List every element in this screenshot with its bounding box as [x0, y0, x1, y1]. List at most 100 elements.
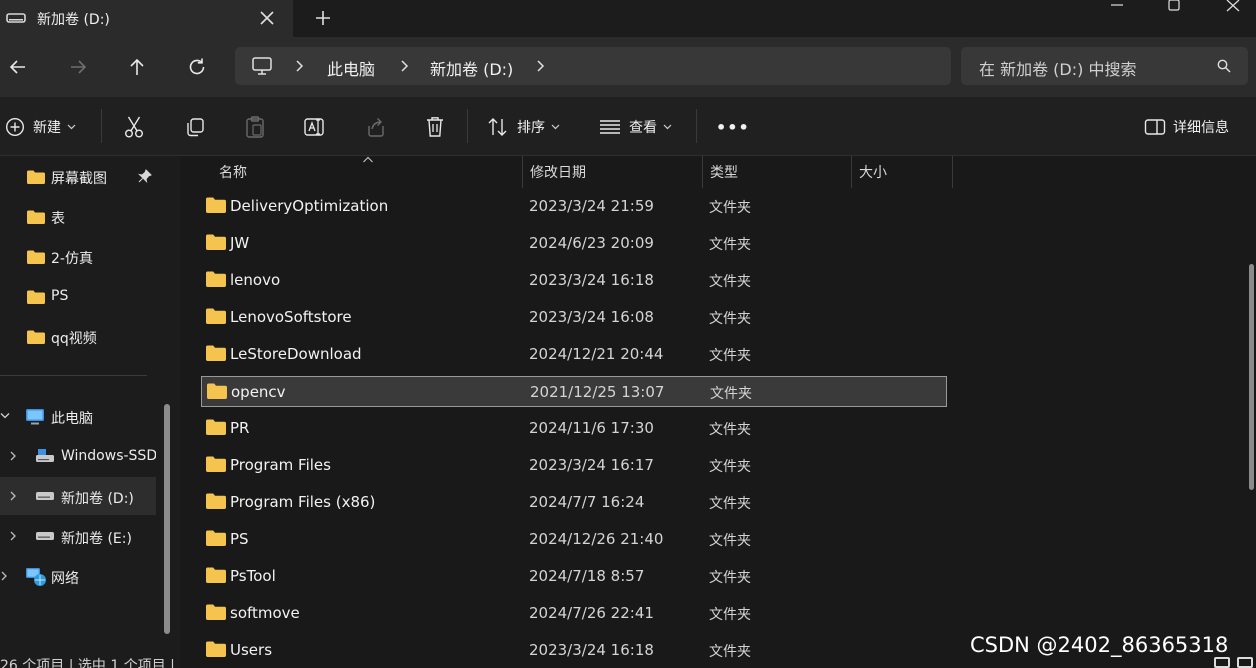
back-arrow-icon[interactable] — [6, 55, 30, 79]
chevron-right-icon[interactable] — [9, 451, 17, 461]
sidebar-item-label: 此电脑 — [51, 411, 93, 427]
table-row[interactable]: lenovo 2023/3/24 16:18 文件夹 — [201, 265, 947, 296]
copy-icon[interactable] — [184, 115, 206, 139]
chevron-right-icon — [397, 59, 411, 73]
file-name: LeStoreDownload — [230, 345, 362, 363]
refresh-icon[interactable] — [185, 55, 209, 79]
sidebar-divider — [0, 375, 147, 376]
file-date: 2021/12/25 13:07 — [530, 383, 665, 401]
table-row[interactable]: PS 2024/12/26 21:40 文件夹 — [201, 524, 947, 555]
file-date: 2024/12/21 20:44 — [529, 345, 664, 363]
file-type: 文件夹 — [709, 237, 751, 253]
column-header-name[interactable]: 名称 — [219, 156, 247, 188]
column-header-size[interactable]: 大小 — [859, 156, 887, 188]
sidebar-item-drive-e[interactable]: 新加卷 (E:) — [0, 517, 156, 555]
share-icon[interactable] — [364, 115, 386, 139]
pin-icon[interactable] — [138, 169, 152, 183]
search-input[interactable]: 在 新加卷 (D:) 中搜索 — [961, 47, 1248, 85]
paste-icon[interactable] — [244, 115, 266, 139]
sidebar-item-network[interactable]: 网络 — [0, 557, 156, 595]
folder-icon — [27, 330, 45, 344]
chevron-right-icon[interactable] — [9, 491, 17, 501]
column-header-date[interactable]: 修改日期 — [530, 156, 586, 188]
table-row[interactable]: PsTool 2024/7/18 8:57 文件夹 — [201, 561, 947, 592]
sidebar-item-label: 2-仿真 — [51, 251, 93, 267]
folder-icon — [206, 419, 226, 435]
table-row[interactable]: LeStoreDownload 2024/12/21 20:44 文件夹 — [201, 339, 947, 370]
chevron-right-icon[interactable] — [533, 59, 547, 73]
tiles-view-icon[interactable] — [1237, 657, 1253, 668]
maximize-icon[interactable] — [1151, 0, 1197, 14]
close-window-icon[interactable] — [1210, 0, 1256, 14]
folder-icon — [27, 210, 45, 224]
column-divider[interactable] — [702, 156, 703, 188]
file-name: Program Files — [230, 456, 331, 474]
plus-circle-icon — [5, 117, 25, 137]
table-row[interactable]: Program Files (x86) 2024/7/7 16:24 文件夹 — [201, 487, 947, 518]
up-arrow-icon[interactable] — [125, 55, 149, 79]
file-type: 文件夹 — [709, 533, 751, 549]
table-row[interactable]: opencv 2021/12/25 13:07 文件夹 — [201, 376, 947, 407]
file-date: 2023/3/24 16:18 — [529, 271, 654, 289]
sidebar-item-label: 新加卷 (E:) — [61, 531, 132, 547]
close-icon[interactable] — [256, 7, 278, 29]
table-row[interactable]: Users 2023/3/24 16:18 文件夹 — [201, 635, 947, 666]
sidebar-item-label: 新加卷 (D:) — [61, 491, 134, 507]
chevron-right-icon[interactable] — [9, 531, 17, 541]
details-pane-button[interactable]: 详细信息 — [1144, 115, 1229, 139]
toolbar-divider — [467, 109, 468, 143]
new-button[interactable]: 新建 — [5, 115, 76, 139]
sidebar-item-ps[interactable]: PS — [0, 277, 156, 315]
table-row[interactable]: LenovoSoftstore 2023/3/24 16:08 文件夹 — [201, 302, 947, 333]
breadcrumb-this-pc[interactable]: 此电脑 — [327, 56, 375, 80]
file-name: PsTool — [230, 567, 276, 585]
search-icon[interactable] — [1217, 59, 1231, 73]
plus-icon[interactable] — [312, 7, 334, 29]
file-list-scrollbar[interactable] — [1249, 264, 1254, 490]
tab-title: 新加卷 (D:) — [37, 12, 110, 28]
details-view-icon[interactable] — [1214, 657, 1230, 668]
chevron-down-icon — [67, 124, 76, 130]
more-options-button[interactable]: ••• — [716, 115, 750, 139]
folder-icon — [206, 530, 226, 546]
forward-arrow-icon[interactable] — [66, 55, 90, 79]
computer-icon — [251, 56, 273, 76]
sort-ascending-icon — [362, 156, 374, 164]
column-header-type[interactable]: 类型 — [710, 156, 738, 188]
table-row[interactable]: JW 2024/6/23 20:09 文件夹 — [201, 228, 947, 259]
table-row[interactable]: softmove 2024/7/26 22:41 文件夹 — [201, 598, 947, 629]
sidebar-item-drive-d[interactable]: 新加卷 (D:) — [0, 477, 156, 515]
sort-icon — [487, 117, 509, 137]
tab-drive-d[interactable]: 新加卷 (D:) — [0, 0, 293, 37]
sidebar-item-table[interactable]: 表 — [0, 197, 156, 235]
address-bar[interactable]: 此电脑 新加卷 (D:) — [235, 47, 951, 85]
table-row[interactable]: PR 2024/11/6 17:30 文件夹 — [201, 413, 947, 444]
watermark: CSDN @2402_86365318 — [970, 633, 1229, 657]
chevron-right-icon[interactable] — [0, 571, 8, 581]
breadcrumb-drive-d[interactable]: 新加卷 (D:) — [430, 56, 513, 80]
sidebar-item-this-pc[interactable]: 此电脑 — [0, 397, 156, 435]
rename-icon[interactable] — [303, 115, 327, 139]
sidebar-item-screenshots[interactable]: 屏幕截图 — [0, 157, 156, 195]
column-divider[interactable] — [522, 156, 523, 188]
chevron-down-icon[interactable] — [0, 412, 10, 420]
file-date: 2024/7/7 16:24 — [529, 493, 645, 511]
minimize-icon[interactable] — [1094, 0, 1140, 14]
toolbar-divider — [101, 109, 102, 143]
sort-button[interactable]: 排序 — [487, 115, 560, 139]
folder-icon — [27, 170, 45, 184]
table-row[interactable]: DeliveryOptimization 2023/3/24 21:59 文件夹 — [201, 191, 947, 222]
column-divider[interactable] — [952, 156, 953, 188]
cut-icon[interactable] — [123, 115, 145, 139]
view-button[interactable]: 查看 — [599, 115, 672, 139]
folder-icon — [206, 197, 226, 213]
column-divider[interactable] — [851, 156, 852, 188]
sidebar-item-windows-ssd[interactable]: Windows-SSD — [0, 437, 156, 475]
sidebar-scrollbar[interactable] — [164, 404, 170, 634]
delete-icon[interactable] — [424, 115, 446, 139]
folder-icon — [27, 250, 45, 264]
table-row[interactable]: Program Files 2023/3/24 16:17 文件夹 — [201, 450, 947, 481]
sidebar-item-qq-video[interactable]: qq视频 — [0, 317, 156, 355]
sort-label: 排序 — [517, 120, 545, 136]
sidebar-item-simulation[interactable]: 2-仿真 — [0, 237, 156, 275]
